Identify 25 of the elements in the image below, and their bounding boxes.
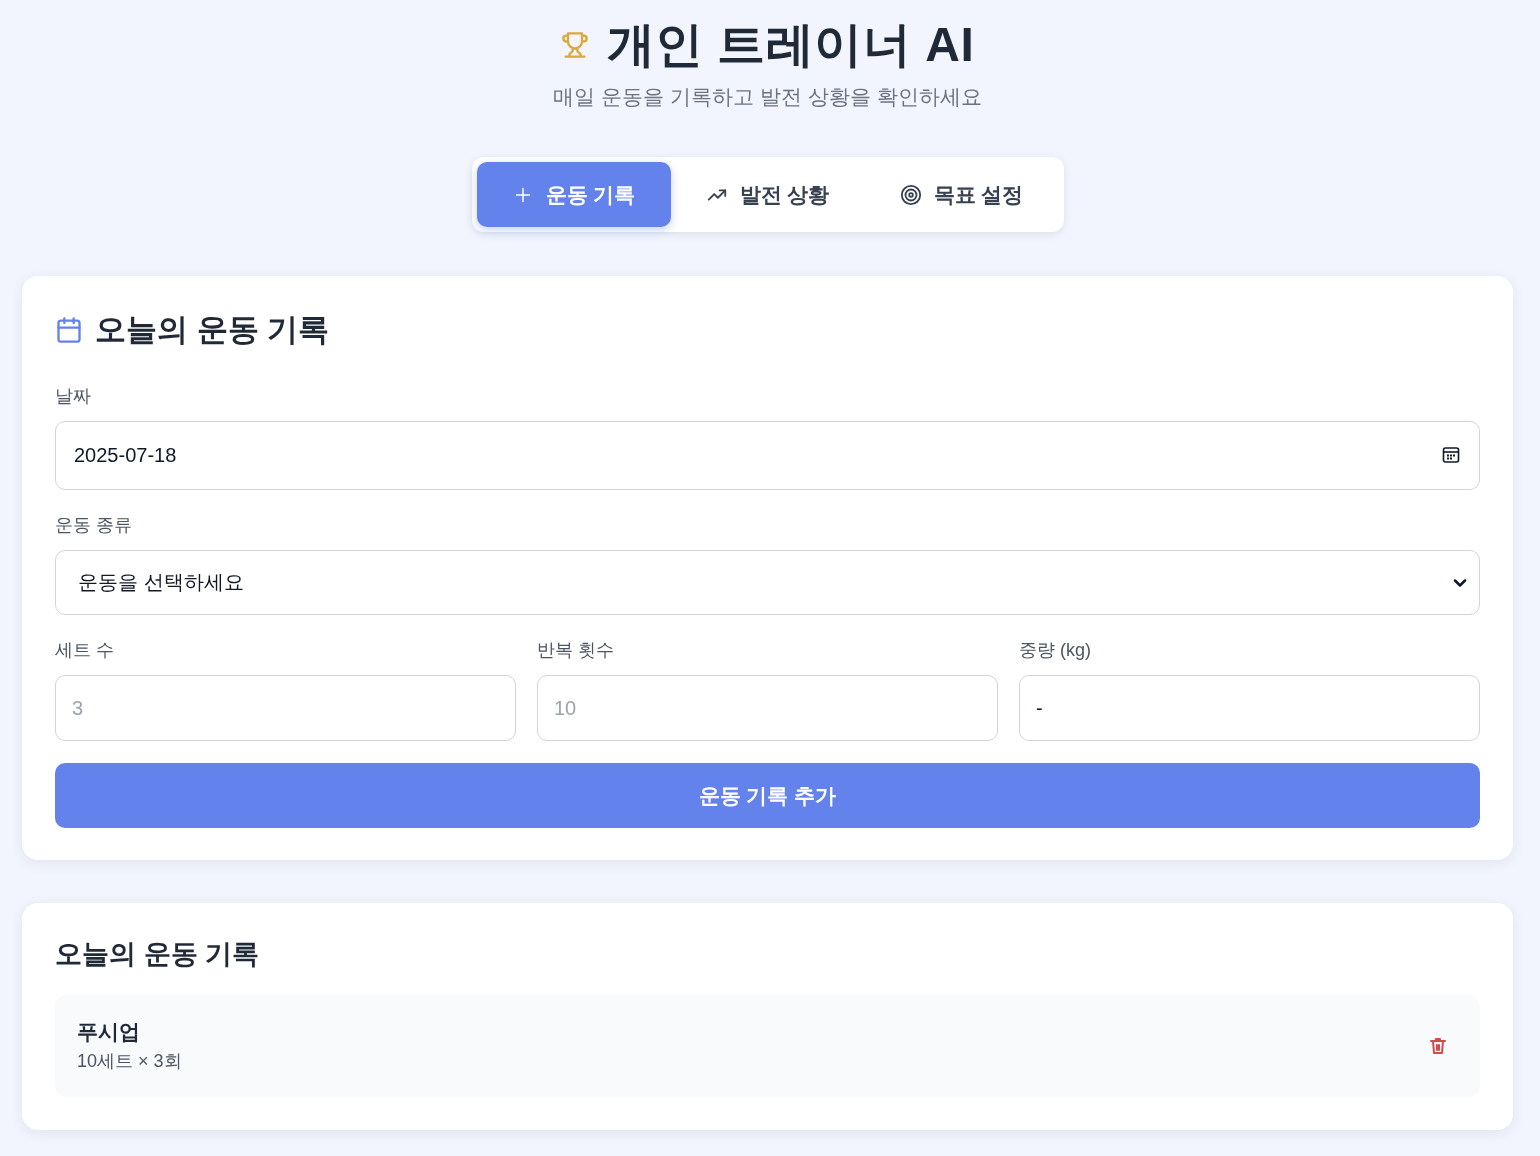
number-input[interactable]: 3 bbox=[55, 675, 516, 741]
delete-icon[interactable] bbox=[1428, 1036, 1448, 1056]
tab[interactable]: 목표 설정 bbox=[864, 162, 1059, 227]
field-label: 세트 수 bbox=[55, 639, 114, 662]
exercise-select[interactable]: 운동을 선택하세요 bbox=[55, 550, 1480, 615]
exercise-name: 푸시업 bbox=[77, 1019, 140, 1045]
target-icon bbox=[899, 183, 922, 206]
field-label: 중량 (kg) bbox=[1019, 639, 1091, 662]
form-title: 오늘의 운동 기록 bbox=[95, 311, 330, 349]
tab[interactable]: 운동 기록 bbox=[476, 162, 671, 227]
tab[interactable]: 발전 상황 bbox=[670, 162, 865, 227]
calendar-icon[interactable] bbox=[1441, 445, 1461, 465]
field-label: 운동 종류 bbox=[55, 514, 132, 537]
app-title: 개인 트레이너 AI bbox=[606, 17, 975, 73]
add-record-button[interactable]: 운동 기록 추가 bbox=[55, 763, 1480, 828]
trophy-icon bbox=[560, 31, 589, 59]
calendar-icon bbox=[55, 316, 83, 344]
field-label: 날짜 bbox=[55, 385, 91, 408]
exercise-detail: 10세트 × 3회 bbox=[77, 1050, 182, 1073]
app-subtitle: 매일 운동을 기록하고 발전 상황을 확인하세요 bbox=[553, 84, 982, 110]
records-title: 오늘의 운동 기록 bbox=[55, 938, 259, 971]
number-input[interactable]: - bbox=[1019, 675, 1480, 741]
field-label: 반복 횟수 bbox=[537, 639, 614, 662]
number-input[interactable]: 10 bbox=[537, 675, 998, 741]
date-field[interactable]: 2025-07-18 bbox=[55, 421, 1480, 490]
